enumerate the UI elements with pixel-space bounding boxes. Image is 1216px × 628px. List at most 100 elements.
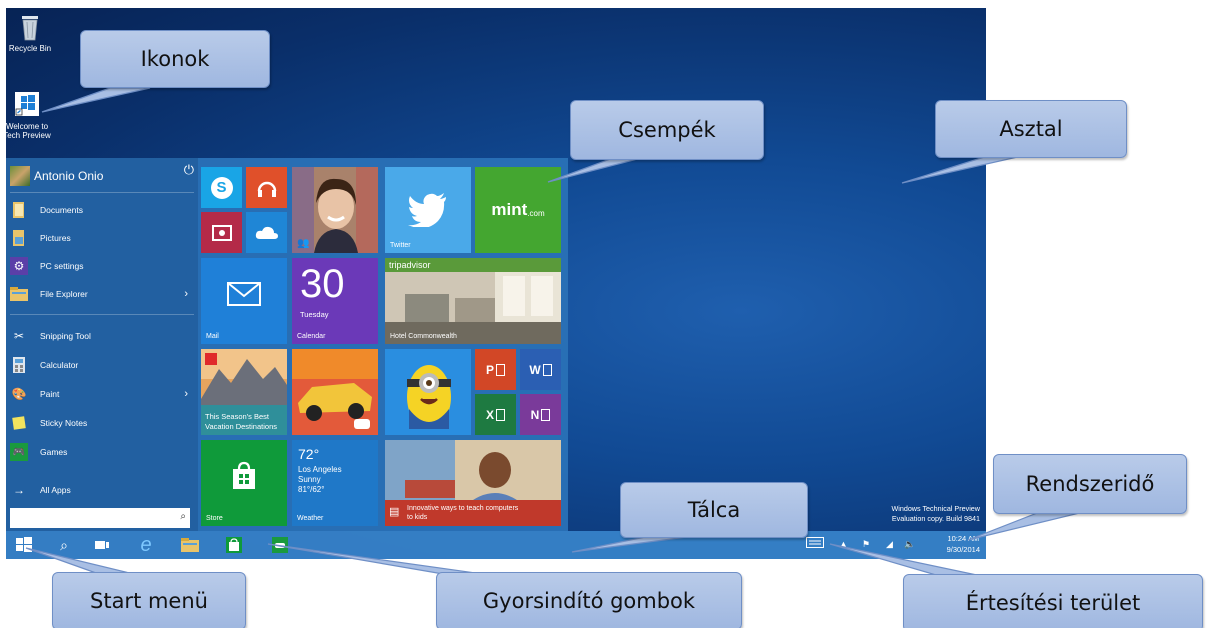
- power-icon[interactable]: ⏻: [184, 162, 194, 178]
- watermark-line: Windows Technical Preview: [891, 504, 980, 513]
- games-icon: [272, 537, 288, 553]
- skype-icon: S: [201, 167, 242, 208]
- menu-item-label: PC settings: [40, 261, 84, 271]
- action-center-icon[interactable]: ⚑: [862, 539, 870, 550]
- tile-racing-game[interactable]: [292, 349, 378, 435]
- callout-csempek: Csempék: [570, 100, 764, 160]
- tile-label: Calendar: [297, 333, 326, 340]
- tile-excel[interactable]: X: [475, 394, 516, 435]
- tile-flipboard[interactable]: This Season's Best Vacation Destinations: [201, 349, 287, 435]
- callout-label: Értesítési terület: [965, 591, 1141, 615]
- snipping-tool-icon: ✂: [13, 329, 25, 343]
- tile-music[interactable]: [246, 167, 287, 208]
- all-apps-button[interactable]: → All Apps: [10, 478, 194, 502]
- start-button[interactable]: [12, 535, 36, 555]
- menu-item-sticky-notes[interactable]: Sticky Notes: [10, 411, 194, 435]
- tile-twitter[interactable]: Twitter: [385, 167, 471, 253]
- tile-word[interactable]: W: [520, 349, 561, 390]
- recycle-bin-icon: [16, 12, 44, 42]
- callout-ikonok: Ikonok: [80, 30, 270, 88]
- taskbar[interactable]: ⌕ e ▲ ⚑ ◢ 🔈 10:24 AM 9/30/2014: [6, 531, 986, 559]
- tile-mail[interactable]: Mail: [201, 258, 287, 344]
- tile-onedrive[interactable]: [246, 212, 287, 253]
- cloud-icon: [246, 212, 287, 253]
- task-view-icon: [95, 541, 109, 549]
- menu-item-label: Documents: [40, 205, 83, 215]
- desktop-icon-recycle-bin[interactable]: Recycle Bin: [6, 12, 60, 53]
- internet-explorer-button[interactable]: e: [134, 533, 158, 556]
- store-icon: [226, 537, 242, 553]
- callout-label: Rendszeridő: [1025, 472, 1155, 496]
- all-apps-label: All Apps: [40, 485, 71, 495]
- weather-temperature: 72°: [298, 446, 320, 462]
- callout-label: Ikonok: [140, 47, 210, 71]
- desktop[interactable]: Recycle Bin Welcome to Tech Preview Anto…: [6, 8, 986, 559]
- tile-powerpoint[interactable]: P: [475, 349, 516, 390]
- watermark-line: Evaluation copy. Build 9841: [891, 514, 980, 523]
- mint-logo-text: mint: [491, 200, 528, 219]
- tile-news[interactable]: ▤ Innovative ways to teach computers to …: [385, 440, 561, 526]
- menu-item-games[interactable]: 🎮 Games: [10, 440, 194, 464]
- weather-city: Los Angeles: [298, 465, 342, 474]
- tile-video[interactable]: [201, 212, 242, 253]
- task-view-button[interactable]: [90, 535, 114, 555]
- menu-item-paint[interactable]: 🎨 Paint ›: [10, 382, 194, 406]
- menu-item-label: Sticky Notes: [40, 418, 88, 428]
- tile-mint[interactable]: mint .com: [475, 167, 561, 253]
- tile-label: Twitter: [390, 242, 411, 249]
- divider: [10, 314, 194, 315]
- start-user-account[interactable]: Antonio Onio: [10, 164, 194, 188]
- tile-minion-game[interactable]: [385, 349, 471, 435]
- windows-shortcut-icon: [13, 90, 41, 120]
- chevron-right-icon[interactable]: ›: [184, 388, 188, 400]
- store-bag-icon: [201, 440, 287, 512]
- menu-item-file-explorer[interactable]: File Explorer ›: [10, 282, 194, 306]
- tile-calendar[interactable]: 30 Tuesday Calendar: [292, 258, 378, 344]
- tile-weather[interactable]: 72° Los Angeles Sunny 81°/62° Weather: [292, 440, 378, 526]
- news-caption: Innovative ways to teach computers: [407, 505, 519, 512]
- tile-store[interactable]: Store: [201, 440, 287, 526]
- weather-condition: Sunny: [298, 475, 321, 484]
- menu-item-pictures[interactable]: Pictures: [10, 226, 194, 250]
- menu-item-label: Snipping Tool: [40, 331, 91, 341]
- file-explorer-icon: [10, 285, 28, 303]
- tile-onenote[interactable]: N: [520, 394, 561, 435]
- start-search-input[interactable]: ⌕: [10, 508, 190, 528]
- file-explorer-icon: [181, 538, 199, 552]
- callout-gyorsindito: Gyorsindító gombok: [436, 572, 742, 628]
- file-explorer-button[interactable]: [178, 535, 202, 555]
- flipboard-caption: This Season's Best: [205, 412, 269, 421]
- tile-people[interactable]: 👥: [292, 167, 378, 253]
- gear-icon: ⚙: [10, 257, 28, 275]
- games-taskbar-button[interactable]: [268, 535, 292, 555]
- tile-tripadvisor[interactable]: tripadvisor Hotel Commonwealth: [385, 258, 561, 344]
- tile-skype[interactable]: S: [201, 167, 242, 208]
- calendar-weekday: Tuesday: [300, 310, 329, 319]
- store-taskbar-button[interactable]: [222, 535, 246, 555]
- desktop-icon-welcome[interactable]: Welcome to Tech Preview: [6, 90, 52, 140]
- network-icon[interactable]: ◢: [886, 539, 893, 550]
- onenote-letter: N: [530, 407, 540, 422]
- callout-talca: Tálca: [620, 482, 808, 538]
- volume-icon[interactable]: 🔈: [904, 539, 915, 550]
- menu-item-calculator[interactable]: Calculator: [10, 353, 194, 377]
- internet-explorer-icon: e: [140, 533, 152, 556]
- menu-item-label: Calculator: [40, 360, 79, 370]
- search-icon: ⌕: [60, 536, 68, 553]
- start-menu[interactable]: Antonio Onio ⏻ Documents Pictures ⚙ PC s…: [6, 158, 568, 531]
- windows-logo-icon: [16, 537, 32, 552]
- paint-icon: 🎨: [11, 387, 27, 401]
- menu-item-snipping-tool[interactable]: ✂ Snipping Tool: [10, 324, 194, 348]
- menu-item-pc-settings[interactable]: ⚙ PC settings: [10, 254, 194, 278]
- callout-label: Tálca: [687, 498, 741, 522]
- callout-label: Start menü: [90, 589, 208, 613]
- menu-item-documents[interactable]: Documents: [10, 198, 194, 222]
- system-clock[interactable]: 10:24 AM 9/30/2014: [947, 533, 980, 555]
- search-button[interactable]: ⌕: [52, 535, 76, 555]
- calculator-icon: [10, 356, 28, 374]
- touch-keyboard-icon[interactable]: [806, 537, 824, 550]
- show-hidden-icons-icon[interactable]: ▲: [839, 539, 848, 549]
- chevron-right-icon[interactable]: ›: [184, 288, 188, 300]
- video-icon: [201, 212, 242, 253]
- weather-range: 81°/62°: [298, 485, 325, 494]
